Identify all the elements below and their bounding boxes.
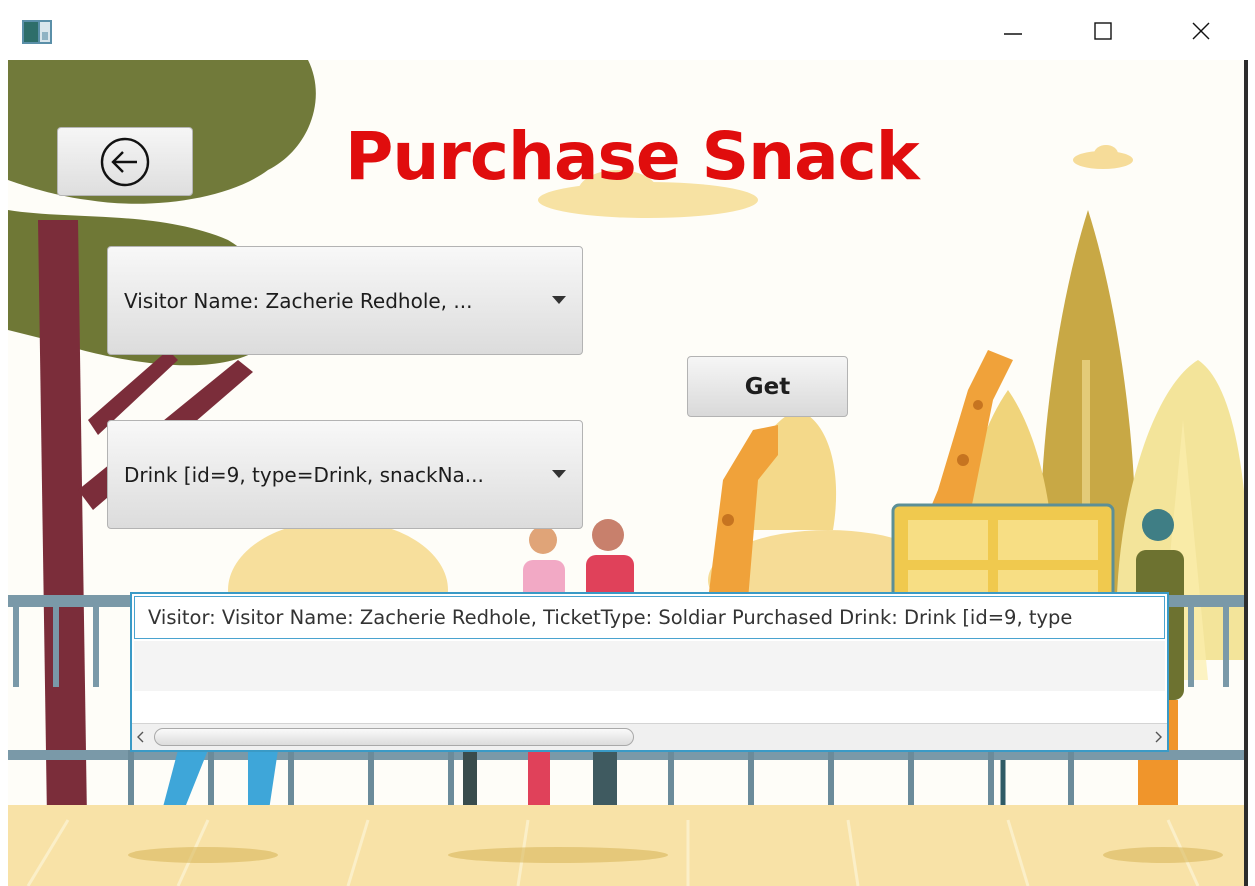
close-icon bbox=[1192, 22, 1210, 40]
back-button[interactable] bbox=[57, 127, 193, 196]
scrollbar-thumb[interactable] bbox=[154, 728, 634, 746]
list-item-empty bbox=[134, 691, 1165, 723]
horizontal-scrollbar[interactable] bbox=[132, 723, 1167, 750]
scroll-right-icon[interactable] bbox=[1152, 730, 1164, 744]
maximize-icon bbox=[1094, 22, 1112, 40]
maximize-button[interactable] bbox=[1080, 8, 1126, 54]
minimize-button[interactable] bbox=[990, 8, 1036, 54]
snack-dropdown-value: Drink [id=9, type=Drink, snackNa... bbox=[124, 462, 484, 487]
back-arrow-circle-icon bbox=[100, 137, 150, 186]
app-window-icon bbox=[22, 20, 52, 44]
visitor-dropdown-value: Visitor Name: Zacherie Redhole, ... bbox=[124, 288, 473, 313]
snack-dropdown[interactable]: Drink [id=9, type=Drink, snackNa... bbox=[107, 420, 583, 529]
minimize-icon bbox=[1004, 33, 1022, 35]
chevron-down-icon bbox=[552, 295, 566, 304]
list-item-empty bbox=[134, 641, 1165, 691]
close-button[interactable] bbox=[1178, 8, 1224, 54]
purchase-results-list[interactable]: Visitor: Visitor Name: Zacherie Redhole,… bbox=[130, 592, 1169, 752]
scroll-left-icon[interactable] bbox=[135, 730, 147, 744]
window-titlebar bbox=[0, 0, 1255, 60]
visitor-dropdown[interactable]: Visitor Name: Zacherie Redhole, ... bbox=[107, 246, 583, 355]
page-title: Purchase Snack bbox=[345, 118, 920, 195]
list-item[interactable]: Visitor: Visitor Name: Zacherie Redhole,… bbox=[134, 596, 1165, 639]
chevron-down-icon bbox=[552, 469, 566, 478]
get-button[interactable]: Get bbox=[687, 356, 848, 417]
